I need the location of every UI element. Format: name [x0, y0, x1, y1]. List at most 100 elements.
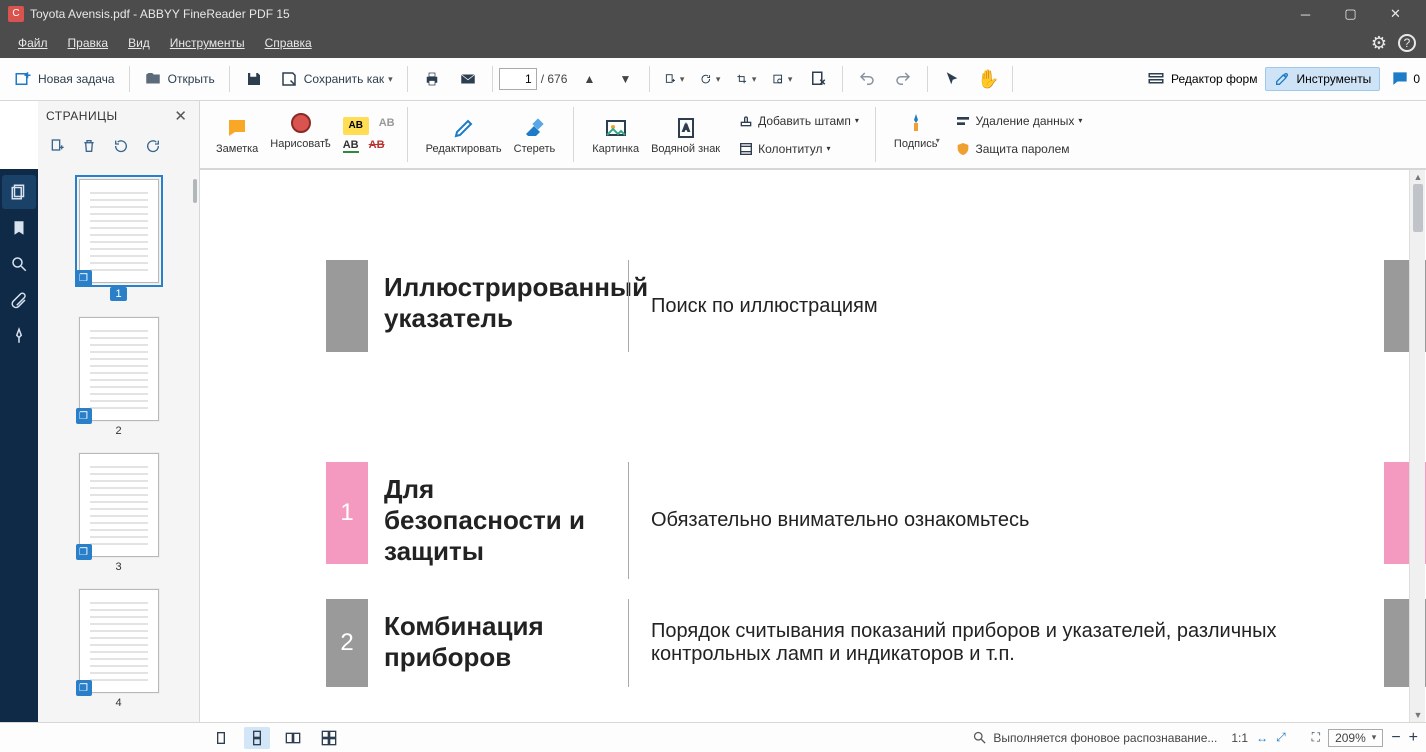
close-panel-button[interactable]: ✕: [170, 107, 191, 125]
rail-bookmarks[interactable]: [2, 211, 36, 245]
view-two-page[interactable]: [280, 727, 306, 749]
ocr-button[interactable]: [766, 63, 798, 95]
view-two-continuous[interactable]: [316, 727, 342, 749]
ocr-icon: [772, 70, 783, 88]
pointer-tool[interactable]: [936, 63, 968, 95]
draw-tool[interactable]: Нарисовать ▾: [264, 108, 336, 161]
redact-tool[interactable]: Удаление данных ▾: [951, 111, 1086, 131]
zoom-in-button[interactable]: +: [1409, 729, 1418, 747]
open-button[interactable]: Открыть: [138, 66, 221, 92]
highlight-tool[interactable]: AB: [343, 117, 369, 135]
header-footer-tool[interactable]: Колонтитул ▾: [734, 139, 863, 159]
section-title: Комбинация приборов: [368, 599, 628, 687]
page-thumbnail[interactable]: ❐ 1: [38, 179, 199, 301]
prev-page-button[interactable]: ▲: [573, 63, 605, 95]
add-page-icon[interactable]: [48, 137, 66, 155]
rail-pages[interactable]: [2, 175, 36, 209]
section-title: Иллюстрированный указатель: [368, 260, 628, 352]
page-thumbnail[interactable]: ❐ 4: [38, 589, 199, 709]
undo-button[interactable]: [851, 63, 883, 95]
pages-stack-icon: ❐: [76, 680, 92, 696]
rail-signatures[interactable]: [2, 319, 36, 353]
zoom-select[interactable]: 209%: [1328, 729, 1383, 747]
chevron-down-icon: ▼: [619, 72, 631, 86]
settings-icon[interactable]: ⚙: [1366, 30, 1392, 56]
toc-row: 1 Для безопасности и защиты Обязательно …: [200, 462, 1426, 579]
highlight2-tool[interactable]: AB: [379, 117, 395, 135]
help-icon[interactable]: ?: [1398, 34, 1416, 52]
rotate-right-icon[interactable]: [144, 137, 162, 155]
strikeout-tool[interactable]: AB: [369, 139, 385, 153]
redo-button[interactable]: [887, 63, 919, 95]
save-button[interactable]: [238, 63, 270, 95]
window-title: Toyota Avensis.pdf - ABBYY FineReader PD…: [30, 7, 1283, 21]
page-thumbnail[interactable]: ❐ 3: [38, 453, 199, 573]
save-as-button[interactable]: Сохранить как: [274, 66, 399, 92]
menu-help[interactable]: Справка: [257, 32, 320, 54]
watermark-tool[interactable]: A Водяной знак: [645, 113, 726, 157]
content-area: ❐ 1 ❐ 2 ❐ 3 ❐ 4 Иллюстрированный указ: [0, 169, 1426, 722]
tools-label: Инструменты: [1296, 72, 1371, 86]
delete-page-button[interactable]: [802, 63, 834, 95]
pages-panel-title: СТРАНИЦЫ: [46, 109, 170, 123]
menu-tools[interactable]: Инструменты: [162, 32, 253, 54]
scroll-down-icon[interactable]: ▼: [1410, 708, 1426, 722]
shield-icon: [955, 141, 971, 157]
fit-width-button[interactable]: ↔: [1256, 731, 1268, 745]
signature-label: Подпись: [894, 138, 938, 150]
redo-icon: [894, 70, 912, 88]
page-thumbnail[interactable]: ❐ 2: [38, 317, 199, 437]
thumbnail-list[interactable]: ❐ 1 ❐ 2 ❐ 3 ❐ 4: [38, 169, 199, 722]
image-tool[interactable]: Картинка: [586, 113, 645, 157]
tools-panel-toggle[interactable]: Инструменты: [1265, 67, 1380, 91]
maximize-button[interactable]: ▢: [1328, 0, 1373, 28]
pages-stack-icon: ❐: [76, 408, 92, 424]
document-scroll[interactable]: Иллюстрированный указатель Поиск по иллю…: [200, 169, 1426, 722]
rail-search[interactable]: [2, 247, 36, 281]
forms-editor-button[interactable]: Редактор форм: [1139, 66, 1265, 92]
scrollbar-thumb[interactable]: [1413, 184, 1423, 232]
erase-tool[interactable]: Стереть: [508, 113, 562, 157]
image-icon: [603, 115, 629, 141]
recognition-status: Выполняется фоновое распознавание...: [972, 730, 1217, 745]
view-single-page[interactable]: [208, 727, 234, 749]
menu-edit[interactable]: Правка: [60, 32, 117, 54]
menu-file[interactable]: Файл: [10, 32, 56, 54]
folder-icon: [144, 70, 162, 88]
view-continuous[interactable]: [244, 727, 270, 749]
add-page-button[interactable]: [658, 63, 690, 95]
fit-page-button[interactable]: ⤢: [1276, 730, 1286, 745]
note-tool[interactable]: Заметка: [210, 113, 264, 157]
signature-icon: [903, 110, 929, 136]
print-button[interactable]: [416, 63, 448, 95]
document-viewport: Иллюстрированный указатель Поиск по иллю…: [200, 169, 1426, 722]
zoom-out-button[interactable]: −: [1391, 729, 1400, 747]
vertical-scrollbar[interactable]: ▲ ▼: [1409, 170, 1425, 722]
new-task-button[interactable]: Новая задача: [8, 66, 121, 92]
page-number-input[interactable]: [499, 68, 537, 90]
menu-view[interactable]: Вид: [120, 32, 158, 54]
crop-button[interactable]: [730, 63, 762, 95]
add-stamp-tool[interactable]: Добавить штамп ▾: [734, 111, 863, 131]
window-controls: ─ ▢ ✕: [1283, 0, 1418, 28]
rotate-left-icon[interactable]: [112, 137, 130, 155]
underline-tool[interactable]: AB: [343, 139, 359, 153]
zoom-ratio-label[interactable]: 1:1: [1231, 731, 1248, 745]
minimize-button[interactable]: ─: [1283, 0, 1328, 28]
hand-tool[interactable]: ✋: [972, 63, 1004, 95]
rotate-button[interactable]: [694, 63, 726, 95]
draw-label: Нарисовать: [270, 138, 330, 150]
title-bar: C Toyota Avensis.pdf - ABBYY FineReader …: [0, 0, 1426, 28]
panel-scrollbar[interactable]: [193, 179, 197, 203]
fullscreen-button[interactable]: ⛶: [1312, 730, 1320, 745]
scroll-up-icon[interactable]: ▲: [1410, 170, 1426, 184]
trash-icon[interactable]: [80, 137, 98, 155]
edit-tool[interactable]: Редактировать: [420, 113, 508, 157]
comments-button[interactable]: 0: [1390, 69, 1420, 89]
next-page-button[interactable]: ▼: [609, 63, 641, 95]
email-button[interactable]: [452, 63, 484, 95]
close-button[interactable]: ✕: [1373, 0, 1418, 28]
protect-tool[interactable]: Защита паролем: [951, 139, 1086, 159]
rail-attachments[interactable]: [2, 283, 36, 317]
signature-tool[interactable]: Подпись ▾: [888, 108, 944, 161]
